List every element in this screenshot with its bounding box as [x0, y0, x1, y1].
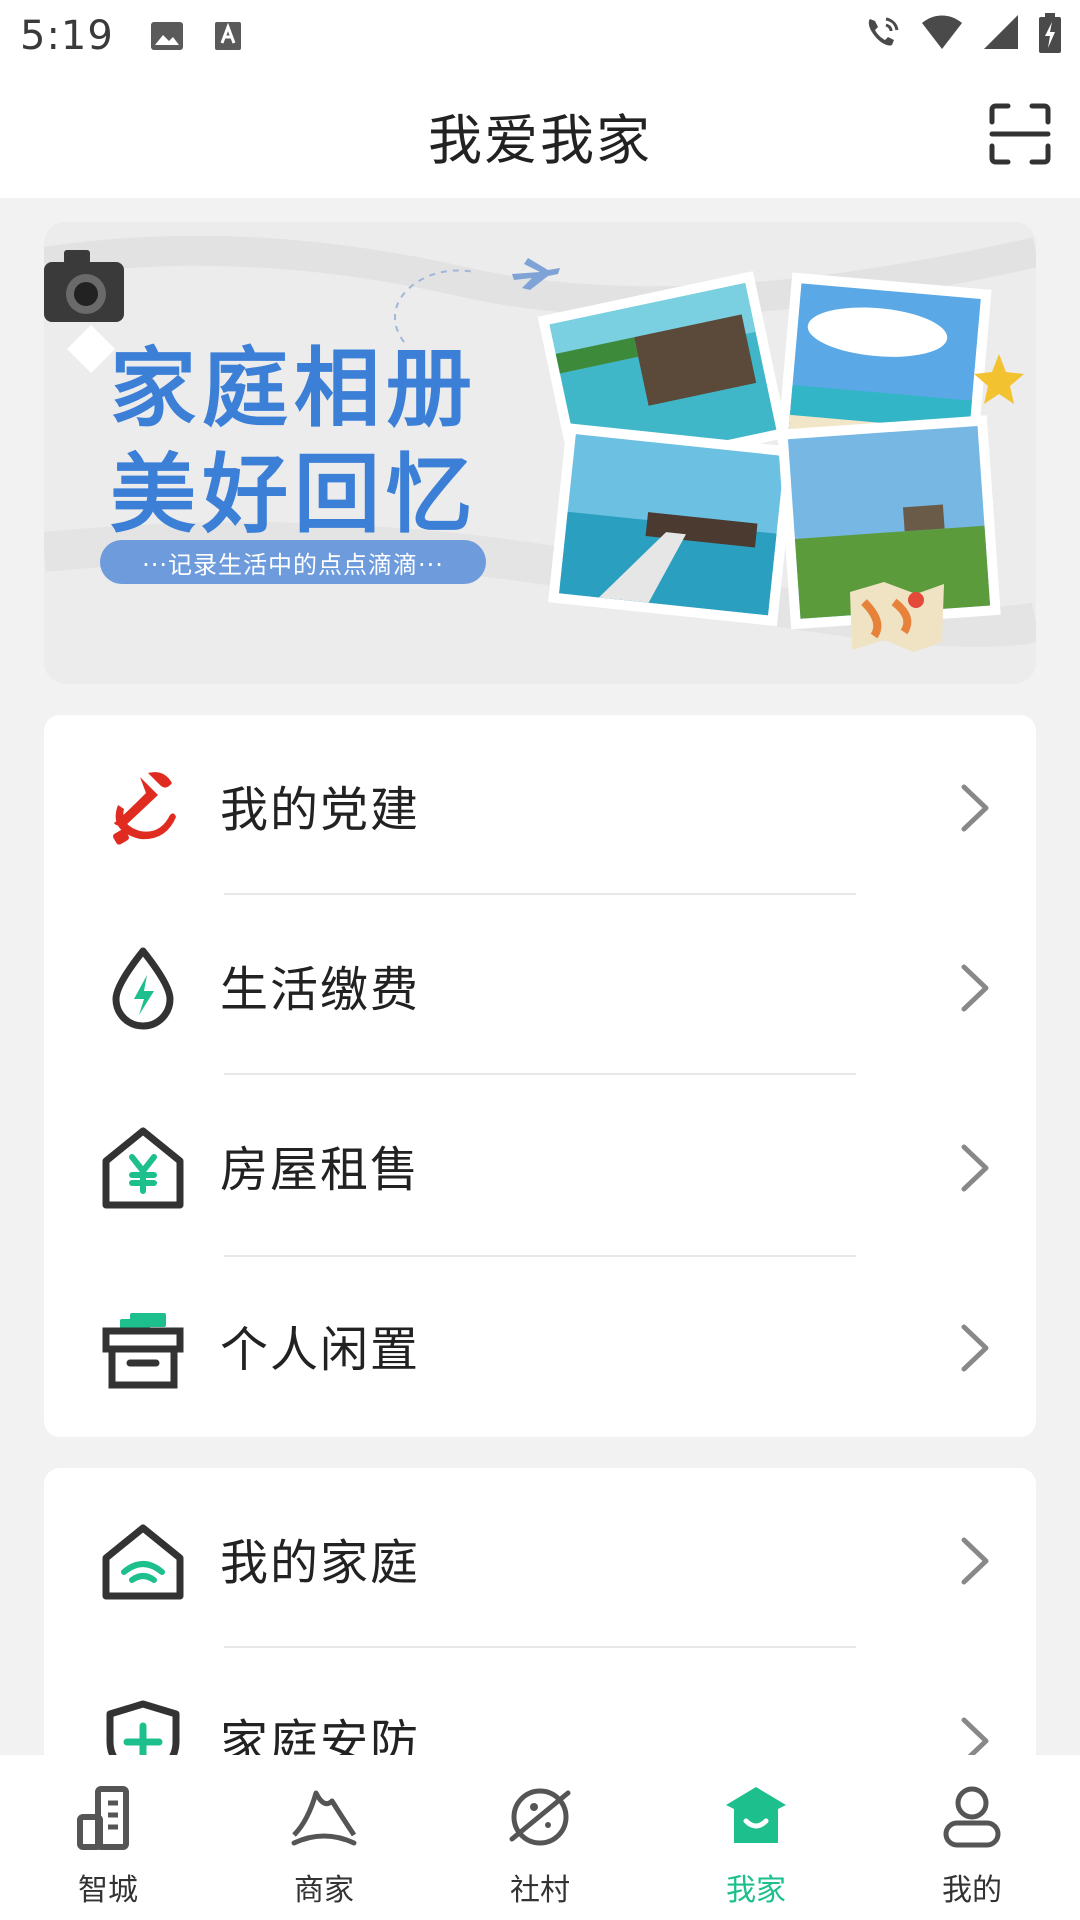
- menu-label: 我的党建: [220, 782, 421, 838]
- scan-icon[interactable]: [988, 102, 1052, 166]
- merchant-icon: [291, 1790, 357, 1846]
- service-menu-card: 我的党建 生活缴费 房屋租售 个人闲置: [44, 715, 1036, 1437]
- menu-item-idle-goods[interactable]: 个人闲置: [44, 1255, 1036, 1435]
- menu-item-bill-pay[interactable]: 生活缴费: [44, 895, 1036, 1075]
- menu-label: 我的家庭: [220, 1535, 421, 1591]
- menu-item-my-family[interactable]: 我的家庭: [44, 1468, 1036, 1648]
- status-bar: 5:19: [0, 0, 1080, 72]
- chevron-right-icon: [961, 784, 989, 832]
- tab-my-home[interactable]: 我家: [648, 1755, 864, 1920]
- bottom-tab-bar: 智城 商家 社村 我家 我的: [0, 1755, 1080, 1920]
- wifi-icon: [922, 15, 962, 49]
- tab-label: 我的: [942, 1873, 1002, 1908]
- tab-label: 我家: [726, 1873, 786, 1908]
- map-icon: [850, 582, 944, 652]
- banner-title-line2: 美好回忆: [110, 445, 478, 545]
- chevron-right-icon: [961, 1537, 989, 1585]
- battery-icon: [1039, 13, 1061, 53]
- chevron-right-icon: [961, 1324, 989, 1372]
- tab-label: 社村: [510, 1873, 570, 1908]
- chevron-right-icon: [961, 1144, 989, 1192]
- status-time: 5:19: [20, 13, 114, 59]
- a-icon: [214, 22, 241, 50]
- image-icon: [150, 22, 183, 50]
- tab-merchant[interactable]: 商家: [216, 1755, 432, 1920]
- family-menu-card: 我的家庭 家庭安防: [44, 1468, 1036, 1784]
- tab-label: 智城: [78, 1873, 138, 1908]
- chevron-right-icon: [961, 964, 989, 1012]
- menu-label: 个人闲置: [220, 1322, 421, 1378]
- wifi-call-icon: [868, 17, 899, 46]
- profile-icon: [943, 1786, 1001, 1848]
- header: 我爱我家: [0, 72, 1080, 198]
- home-wifi-icon: [102, 1524, 184, 1600]
- tab-label: 商家: [294, 1873, 354, 1908]
- house-yuan-icon: [102, 1127, 184, 1209]
- water-drop-bolt-icon: [112, 947, 174, 1030]
- party-icon: [113, 772, 176, 845]
- signal-icon: [984, 15, 1018, 49]
- page-title: 我爱我家: [428, 108, 652, 172]
- menu-item-party[interactable]: 我的党建: [44, 715, 1036, 895]
- banner-subtitle: ···记录生活中的点点滴滴···: [100, 540, 486, 584]
- tab-smart-city[interactable]: 智城: [0, 1755, 216, 1920]
- family-album-banner[interactable]: 家庭相册 美好回忆 ···记录生活中的点点滴滴···: [44, 222, 1036, 684]
- my-home-icon: [726, 1787, 786, 1843]
- city-icon: [77, 1786, 129, 1850]
- menu-item-housing[interactable]: 房屋租售: [44, 1075, 1036, 1255]
- box-icon: [102, 1313, 184, 1389]
- planet-icon: [509, 1788, 571, 1846]
- tab-profile[interactable]: 我的: [864, 1755, 1080, 1920]
- tab-community[interactable]: 社村: [432, 1755, 648, 1920]
- menu-label: 房屋租售: [220, 1142, 421, 1198]
- menu-label: 生活缴费: [220, 962, 421, 1018]
